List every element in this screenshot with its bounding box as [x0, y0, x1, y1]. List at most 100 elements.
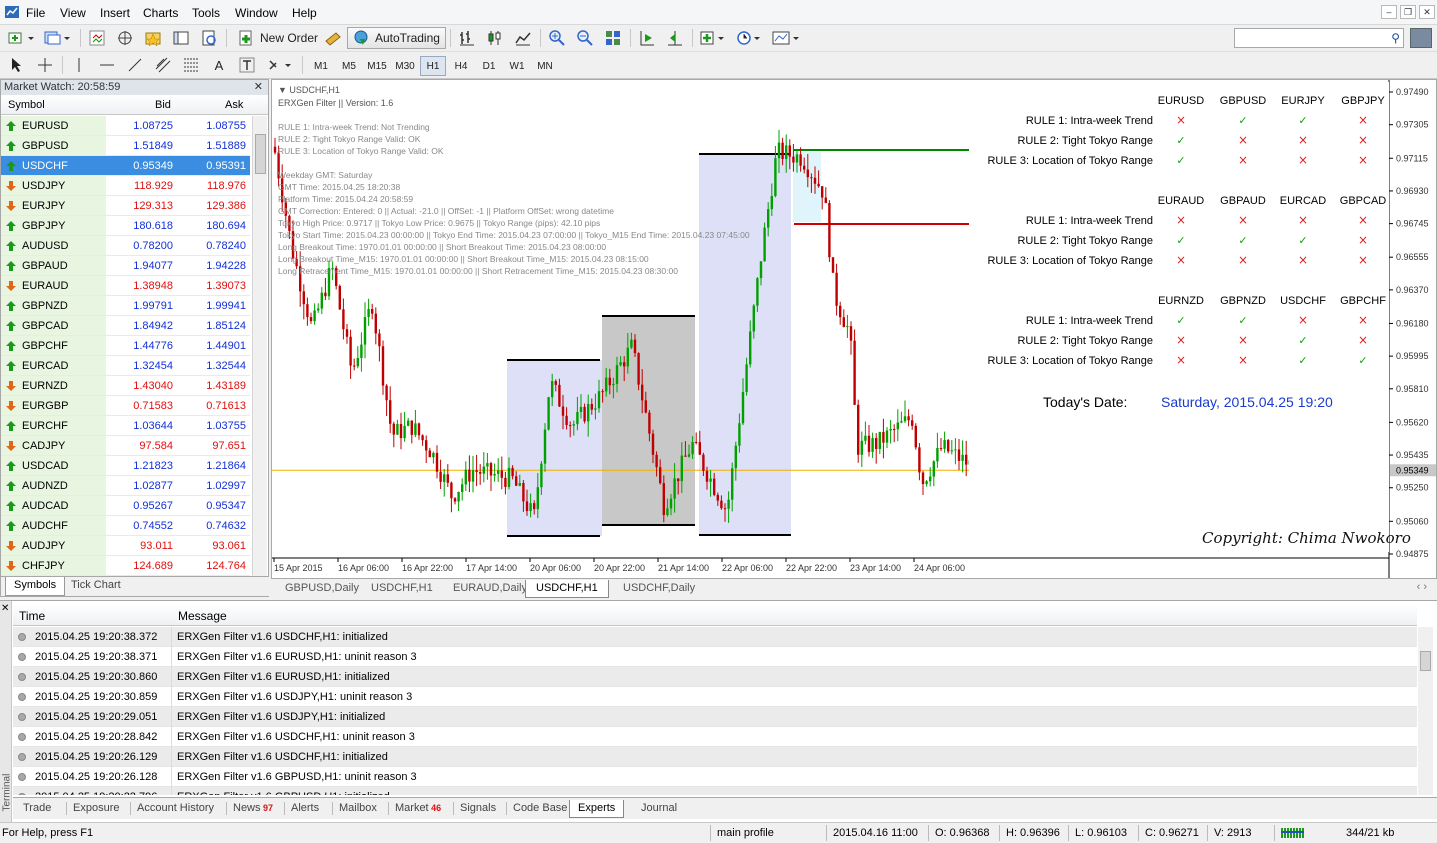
profiles-icon[interactable] [42, 27, 74, 49]
text-icon[interactable]: A [208, 54, 230, 76]
tf-m5-button[interactable]: M5 [336, 56, 362, 76]
vertical-line-icon[interactable] [68, 54, 90, 76]
terminal-tab-code-base[interactable]: Code Base [513, 800, 567, 818]
tf-m15-button[interactable]: M15 [364, 56, 390, 76]
market-watch-row[interactable]: AUDCHF 0.74552 0.74632 [1, 516, 250, 536]
data-window-icon[interactable] [114, 27, 136, 49]
chart-tab[interactable]: USDCHF,H1 [525, 580, 609, 598]
col-ask[interactable]: Ask [225, 99, 243, 111]
terminal-tab-mailbox[interactable]: Mailbox [339, 800, 377, 818]
notifications-icon[interactable] [1410, 28, 1432, 48]
market-watch-row[interactable]: AUDUSD 0.78200 0.78240 [1, 236, 250, 256]
bar-chart-icon[interactable] [456, 27, 478, 49]
chart-window[interactable]: ▼ USDCHF,H1 ERXGen Filter || Version: 1.6… [271, 79, 1437, 579]
menu-insert[interactable]: Insert [100, 6, 130, 20]
market-watch-row[interactable]: EURUSD 1.08725 1.08755 [1, 116, 250, 136]
market-watch-row[interactable]: AUDNZD 1.02877 1.02997 [1, 476, 250, 496]
metaeditor-icon[interactable] [322, 27, 344, 49]
market-watch-row[interactable]: USDJPY 118.929 118.976 [1, 176, 250, 196]
autotrading-button[interactable]: AutoTrading [347, 27, 446, 49]
restore-icon[interactable]: ❐ [1400, 5, 1416, 19]
tab-scroll-arrows-icon[interactable]: ‹ › [1417, 581, 1427, 593]
channel-icon[interactable] [152, 54, 174, 76]
chart-tab[interactable]: EURAUD,Daily [443, 580, 537, 598]
terminal-tab-journal[interactable]: Journal [641, 800, 677, 818]
log-row[interactable]: 2015.04.25 19:20:30.859 ERXGen Filter v1.… [13, 687, 1417, 707]
terminal-tab-signals[interactable]: Signals [460, 800, 496, 818]
chart-tab[interactable]: USDCHF,Daily [613, 580, 705, 598]
tf-m1-button[interactable]: M1 [308, 56, 334, 76]
price-chart[interactable]: ▼ USDCHF,H1 ERXGen Filter || Version: 1.6… [272, 80, 1436, 578]
market-watch-row[interactable]: EURAUD 1.38948 1.39073 [1, 276, 250, 296]
menu-tools[interactable]: Tools [192, 6, 220, 20]
log-row[interactable]: 2015.04.25 19:20:22.796 ERXGen Filter v1.… [13, 787, 1417, 795]
terminal-tab-trade[interactable]: Trade [23, 800, 51, 818]
market-watch-row[interactable]: EURNZD 1.43040 1.43189 [1, 376, 250, 396]
tf-h1-button[interactable]: H1 [420, 56, 446, 76]
col-bid[interactable]: Bid [155, 99, 171, 111]
menu-window[interactable]: Window [235, 6, 278, 20]
tab-tick-chart[interactable]: Tick Chart [63, 577, 129, 596]
market-watch-row[interactable]: GBPCAD 1.84942 1.85124 [1, 316, 250, 336]
market-watch-scrollbar[interactable] [252, 116, 267, 576]
terminal-scrollbar[interactable] [1418, 627, 1433, 795]
connection-status-icon[interactable] [1281, 827, 1305, 839]
tf-m30-button[interactable]: M30 [392, 56, 418, 76]
log-row[interactable]: 2015.04.25 19:20:30.860 ERXGen Filter v1.… [13, 667, 1417, 687]
market-watch-row[interactable]: USDCHF 0.95349 0.95391 [1, 156, 250, 176]
market-watch-row[interactable]: GBPCHF 1.44776 1.44901 [1, 336, 250, 356]
candlestick-icon[interactable] [484, 27, 506, 49]
terminal-icon[interactable] [170, 27, 192, 49]
arrows-icon[interactable] [264, 54, 296, 76]
text-label-icon[interactable] [236, 54, 258, 76]
market-watch-icon[interactable] [86, 27, 108, 49]
line-chart-icon[interactable] [512, 27, 534, 49]
search-input[interactable]: ⚲ [1234, 28, 1404, 48]
market-watch-row[interactable]: AUDCAD 0.95267 0.95347 [1, 496, 250, 516]
new-order-button[interactable]: New Order [232, 27, 324, 49]
tf-d1-button[interactable]: D1 [476, 56, 502, 76]
terminal-tab-market[interactable]: Market 46 [395, 800, 441, 818]
market-watch-row[interactable]: EURCHF 1.03644 1.03755 [1, 416, 250, 436]
chart-tab[interactable]: GBPUSD,Daily [275, 580, 369, 598]
close-icon[interactable]: ✕ [254, 80, 263, 95]
log-row[interactable]: 2015.04.25 19:20:26.129 ERXGen Filter v1.… [13, 747, 1417, 767]
crosshair-icon[interactable] [34, 54, 56, 76]
log-row[interactable]: 2015.04.25 19:20:38.371 ERXGen Filter v1.… [13, 647, 1417, 667]
log-row[interactable]: 2015.04.25 19:20:29.051 ERXGen Filter v1.… [13, 707, 1417, 727]
market-watch-row[interactable]: AUDJPY 93.011 93.061 [1, 536, 250, 556]
new-chart-icon[interactable] [6, 27, 38, 49]
search-icon[interactable]: ⚲ [1391, 31, 1400, 45]
terminal-tab-exposure[interactable]: Exposure [73, 800, 119, 818]
indicators-icon[interactable] [698, 27, 730, 49]
market-watch-row[interactable]: GBPAUD 1.94077 1.94228 [1, 256, 250, 276]
market-watch-row[interactable]: EURJPY 129.313 129.386 [1, 196, 250, 216]
log-row[interactable]: 2015.04.25 19:20:28.842 ERXGen Filter v1.… [13, 727, 1417, 747]
log-row[interactable]: 2015.04.25 19:20:38.372 ERXGen Filter v1.… [13, 627, 1417, 647]
terminal-tab-alerts[interactable]: Alerts [291, 800, 319, 818]
col-message[interactable]: Message [178, 609, 227, 623]
minimize-icon[interactable]: – [1381, 5, 1397, 19]
col-symbol[interactable]: Symbol [8, 99, 45, 111]
market-watch-row[interactable]: EURGBP 0.71583 0.71613 [1, 396, 250, 416]
col-time[interactable]: Time [19, 609, 45, 623]
periods-icon[interactable] [734, 27, 766, 49]
tf-w1-button[interactable]: W1 [504, 56, 530, 76]
menu-charts[interactable]: Charts [143, 6, 178, 20]
fibonacci-icon[interactable] [180, 54, 202, 76]
zoom-out-icon[interactable] [574, 27, 596, 49]
zoom-in-icon[interactable] [546, 27, 568, 49]
horizontal-line-icon[interactable] [96, 54, 118, 76]
market-watch-row[interactable]: EURCAD 1.32454 1.32544 [1, 356, 250, 376]
market-watch-row[interactable]: CHFJPY 124.689 124.764 [1, 556, 250, 576]
navigator-icon[interactable] [142, 27, 164, 49]
strategy-tester-icon[interactable] [198, 27, 220, 49]
menu-file[interactable]: File [26, 6, 45, 20]
tile-windows-icon[interactable] [602, 27, 624, 49]
terminal-tab-account-history[interactable]: Account History [137, 800, 214, 818]
trendline-icon[interactable] [124, 54, 146, 76]
autoscroll-icon[interactable] [664, 27, 686, 49]
menu-help[interactable]: Help [292, 6, 317, 20]
tf-h4-button[interactable]: H4 [448, 56, 474, 76]
close-icon[interactable]: ✕ [1419, 5, 1435, 19]
